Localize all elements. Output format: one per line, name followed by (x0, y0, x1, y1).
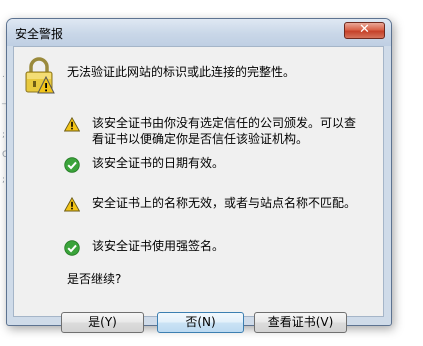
close-button[interactable]: ✕ (344, 22, 385, 39)
dialog-content: 无法验证此网站的标识或此连接的完整性。 该安全证书由你没有选定信任的公司颁发。可… (13, 46, 384, 333)
continue-question: 是否继续? (67, 272, 122, 286)
item-text: 安全证书上的名称无效，或者与站点名称不匹配。 (92, 196, 357, 210)
view-certificate-button[interactable]: 查看证书(V) (254, 312, 347, 333)
close-icon: ✕ (359, 22, 370, 37)
warning-icon (64, 197, 80, 212)
background-mark: ; (2, 175, 6, 185)
item-text: 该安全证书使用强签名。 (92, 239, 225, 253)
security-alert-dialog: 安全警报 ✕ 无法验证此网站的标识或此连接的完整性。 该安全证书由你没有选定信任… (6, 18, 392, 333)
title-bar[interactable]: 安全警报 ✕ (7, 19, 391, 46)
item-text: 该安全证书由你没有选定信任的公司颁发。可以查看证书以便确定你是否信任该验证机构。 (92, 116, 357, 146)
lock-warning-icon (25, 57, 55, 94)
background-mark: . (2, 70, 5, 80)
item-text: 该安全证书的日期有效。 (92, 156, 225, 170)
warning-icon (64, 117, 80, 132)
check-icon (64, 240, 80, 256)
dialog-title: 安全警报 (15, 27, 64, 41)
yes-button[interactable]: 是(Y) (61, 312, 144, 333)
no-button[interactable]: 否(N) (157, 312, 244, 333)
background-mark: ; (2, 130, 6, 140)
alert-headline: 无法验证此网站的标识或此连接的完整性。 (67, 65, 296, 79)
check-icon (64, 157, 80, 173)
